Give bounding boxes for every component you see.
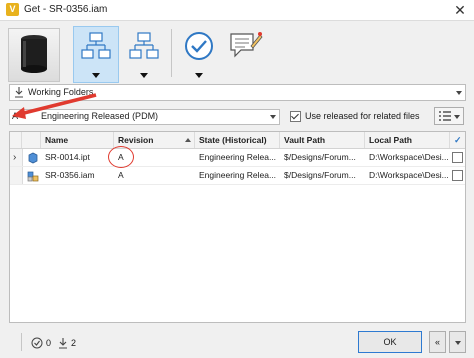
cell-state: Engineering Relea... (199, 152, 277, 162)
more-options-button[interactable] (449, 331, 466, 353)
collapse-icon: « (434, 337, 440, 347)
row-checkbox[interactable] (452, 152, 463, 163)
parents-dependency-button[interactable] (73, 26, 119, 83)
column-state[interactable]: State (Historical) (195, 132, 280, 148)
comment-edit-icon (230, 32, 263, 58)
ok-label: OK (383, 337, 397, 347)
table-row[interactable]: › SR-0014.ipt A Engineering Relea... $/D… (10, 146, 465, 168)
children-dependency-button[interactable] (123, 26, 165, 83)
part-thumbnail (8, 28, 60, 82)
check-button[interactable] (178, 26, 220, 83)
table-row[interactable]: SR-0356.iam A Engineering Relea... $/Des… (10, 167, 465, 185)
cell-revision: A (118, 170, 124, 180)
chevron-down-icon (92, 73, 100, 78)
cell-name: SR-0014.ipt (45, 152, 90, 162)
assembly-file-icon (27, 171, 39, 182)
cell-state: Engineering Relea... (199, 170, 277, 180)
column-checked[interactable]: ✓ (450, 132, 465, 148)
row-checkbox[interactable] (452, 170, 463, 181)
status-separator (21, 333, 22, 351)
column-vault-path[interactable]: Vault Path (280, 132, 365, 148)
toolbar (0, 21, 474, 83)
download-count-icon (59, 338, 67, 349)
column-name[interactable]: Name (41, 132, 114, 148)
use-released-label: Use released for related files (305, 111, 420, 121)
toolbar-separator (171, 29, 172, 77)
row-selector[interactable]: › (10, 149, 23, 166)
cell-vault-path: $/Designs/Forum... (284, 170, 356, 180)
checkmark-icon: ✓ (454, 135, 462, 145)
row-selector[interactable] (10, 167, 23, 184)
chevron-down-icon[interactable] (453, 85, 465, 100)
title-bar: V Get - SR-0356.iam ✕ (0, 0, 474, 21)
expand-icon[interactable]: › (13, 152, 16, 163)
chevron-down-icon[interactable] (267, 110, 279, 124)
use-released-checkbox[interactable] (290, 111, 301, 122)
status-bar: 0 2 OK « (0, 327, 474, 358)
vault-icon: V (6, 3, 19, 16)
part-file-icon (28, 152, 38, 164)
select-all-header[interactable] (10, 132, 22, 148)
collapse-button[interactable]: « (429, 331, 446, 353)
cell-name: SR-0356.iam (45, 170, 95, 180)
hierarchy-down-icon (81, 32, 111, 59)
chevron-down-icon (455, 341, 461, 345)
checked-count: 0 (46, 338, 52, 348)
ok-button[interactable]: OK (358, 331, 422, 353)
close-icon[interactable]: ✕ (446, 0, 474, 20)
cell-vault-path: $/Designs/Forum... (284, 152, 356, 162)
hierarchy-up-icon (129, 32, 159, 59)
window-title: Get - SR-0356.iam (24, 4, 108, 15)
column-local-path[interactable]: Local Path (365, 132, 450, 148)
checked-count-icon (31, 337, 43, 349)
chevron-down-icon (195, 73, 203, 78)
files-grid: Name Revision State (Historical) Vault P… (9, 131, 466, 323)
cell-local-path: D:\Workspace\Desi... (369, 152, 449, 162)
checkmark-circle-icon (185, 32, 213, 60)
chevron-down-icon (140, 73, 148, 78)
cell-local-path: D:\Workspace\Desi... (369, 170, 449, 180)
column-revision[interactable]: Revision (114, 132, 195, 148)
grid-header: Name Revision State (Historical) Vault P… (10, 132, 465, 149)
comment-button[interactable] (225, 26, 267, 68)
view-options-button[interactable] (434, 107, 464, 125)
chevron-down-icon (454, 115, 460, 119)
icon-header (22, 132, 41, 148)
download-count: 2 (71, 338, 77, 348)
annotation-arrow (12, 93, 97, 119)
list-view-icon (439, 111, 451, 121)
annotation-circle (108, 146, 134, 168)
sort-ascending-icon (185, 138, 191, 142)
